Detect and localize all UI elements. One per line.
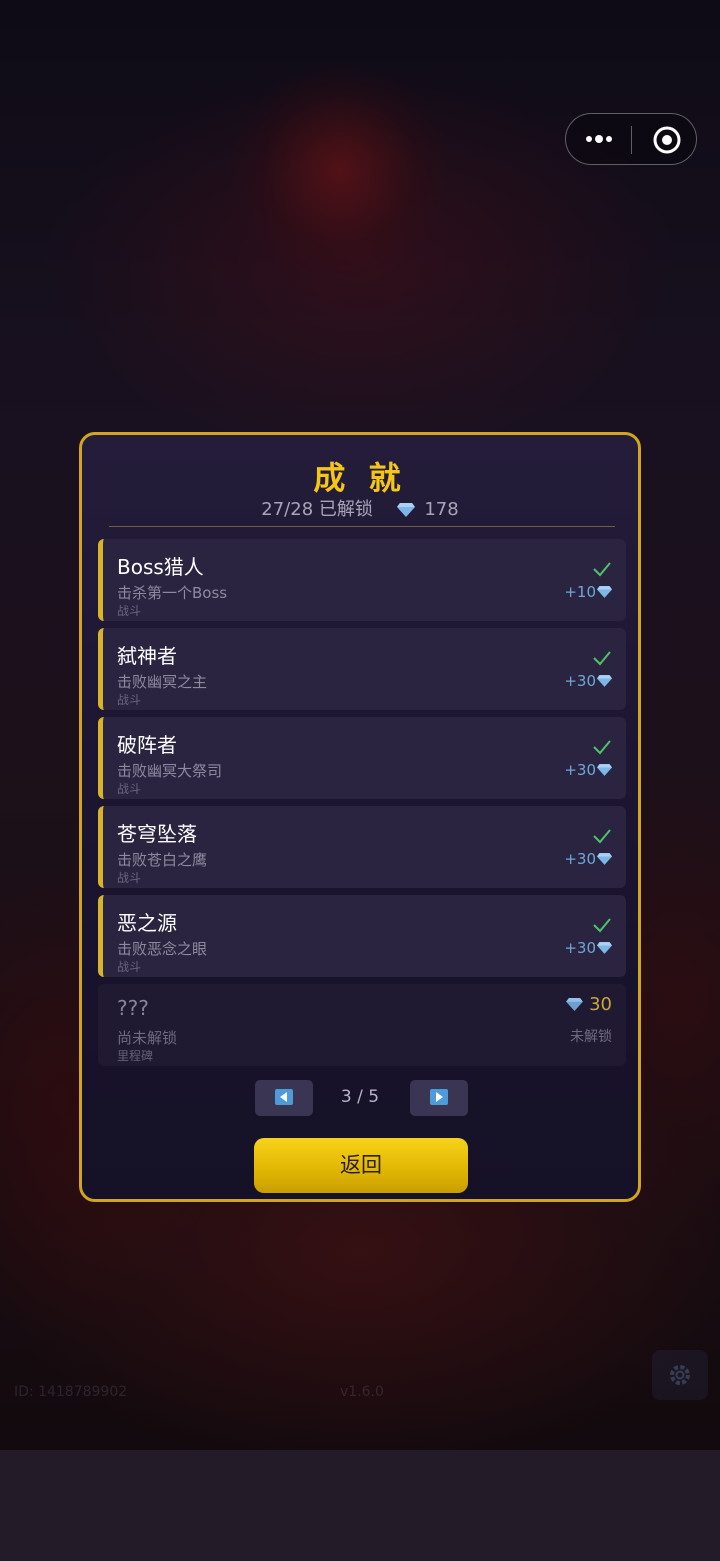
achievement-desc: 尚未解锁 xyxy=(117,1029,178,1047)
achievements-panel: 成 就 27/28 已解锁 178 Boss猎人 击杀第一个Boss 战斗 +1… xyxy=(79,432,641,1202)
checkmark-icon xyxy=(592,828,612,848)
achievement-desc: 击败恶念之眼 xyxy=(117,940,208,958)
achievement-reward: +30 xyxy=(564,850,612,868)
achievement-name: 弑神者 xyxy=(117,644,177,668)
achievement-card: Boss猎人 击杀第一个Boss 战斗 +10 xyxy=(98,539,626,621)
checkmark-icon xyxy=(592,739,612,759)
game-screen: ID: 1418789902 v1.6.0 成 就 27/28 已解锁 178 … xyxy=(0,0,720,1561)
lock-status: 未解锁 xyxy=(570,1029,612,1045)
next-page-button[interactable] xyxy=(410,1080,468,1116)
achievement-name: ??? xyxy=(117,996,149,1020)
achievement-name: 破阵者 xyxy=(117,733,177,757)
target-circle-icon[interactable] xyxy=(652,125,682,155)
version-label: v1.6.0 xyxy=(340,1384,384,1400)
diamond-icon xyxy=(566,998,583,1011)
achievement-reward: +30 xyxy=(564,761,612,779)
achievement-category: 战斗 xyxy=(117,693,142,707)
achievement-desc: 击杀第一个Boss xyxy=(117,584,228,602)
gem-total: 178 xyxy=(424,499,459,520)
page-indicator: 3 / 5 xyxy=(340,1087,380,1107)
unlocked-count: 27/28 已解锁 xyxy=(261,499,373,520)
achievement-desc: 击败幽冥之主 xyxy=(117,673,208,691)
checkmark-icon xyxy=(592,650,612,670)
diamond-icon xyxy=(597,764,612,776)
player-id: ID: 1418789902 xyxy=(14,1384,128,1400)
reward-amount: +30 xyxy=(564,850,596,868)
capsule-divider xyxy=(631,126,632,154)
achievement-category: 战斗 xyxy=(117,604,142,618)
settings-button[interactable] xyxy=(652,1350,708,1400)
achievement-card-locked: ??? 尚未解锁 里程碑 30 未解锁 xyxy=(98,984,626,1066)
diamond-icon xyxy=(396,501,415,522)
achievement-category: 战斗 xyxy=(117,782,142,796)
diamond-icon xyxy=(597,675,612,687)
arrow-right-icon xyxy=(430,1089,448,1105)
bottom-bar xyxy=(0,1450,720,1561)
more-dots-icon[interactable] xyxy=(584,128,614,150)
diamond-icon xyxy=(597,942,612,954)
checkmark-icon xyxy=(592,561,612,581)
achievement-card: 恶之源 击败恶念之眼 战斗 +30 xyxy=(98,895,626,977)
mini-program-capsule xyxy=(565,113,697,165)
achievement-category: 里程碑 xyxy=(117,1049,154,1063)
reward-amount: +30 xyxy=(564,761,596,779)
checkmark-icon xyxy=(592,917,612,937)
achievement-desc: 击败苍白之鹰 xyxy=(117,851,208,869)
back-button[interactable]: 返回 xyxy=(254,1138,468,1193)
diamond-icon xyxy=(597,853,612,865)
reward-amount: 30 xyxy=(589,994,612,1015)
achievement-reward: 30 xyxy=(566,994,612,1015)
achievement-category: 战斗 xyxy=(117,871,142,885)
reward-amount: +30 xyxy=(564,939,596,957)
unlock-summary: 27/28 已解锁 178 xyxy=(82,495,638,522)
gear-icon xyxy=(670,1365,690,1385)
reward-amount: +10 xyxy=(564,583,596,601)
achievement-card: 弑神者 击败幽冥之主 战斗 +30 xyxy=(98,628,626,710)
panel-title: 成 就 xyxy=(313,459,407,497)
achievement-card: 苍穹坠落 击败苍白之鹰 战斗 +30 xyxy=(98,806,626,888)
achievement-category: 战斗 xyxy=(117,960,142,974)
achievement-reward: +10 xyxy=(564,583,612,601)
achievement-card: 破阵者 击败幽冥大祭司 战斗 +30 xyxy=(98,717,626,799)
achievement-reward: +30 xyxy=(564,672,612,690)
achievement-name: 苍穹坠落 xyxy=(117,822,197,846)
title-divider xyxy=(109,526,615,527)
achievement-name: 恶之源 xyxy=(117,911,177,935)
diamond-icon xyxy=(597,586,612,598)
reward-amount: +30 xyxy=(564,672,596,690)
achievement-name: Boss猎人 xyxy=(117,555,204,579)
achievement-reward: +30 xyxy=(564,939,612,957)
achievement-desc: 击败幽冥大祭司 xyxy=(117,762,223,780)
